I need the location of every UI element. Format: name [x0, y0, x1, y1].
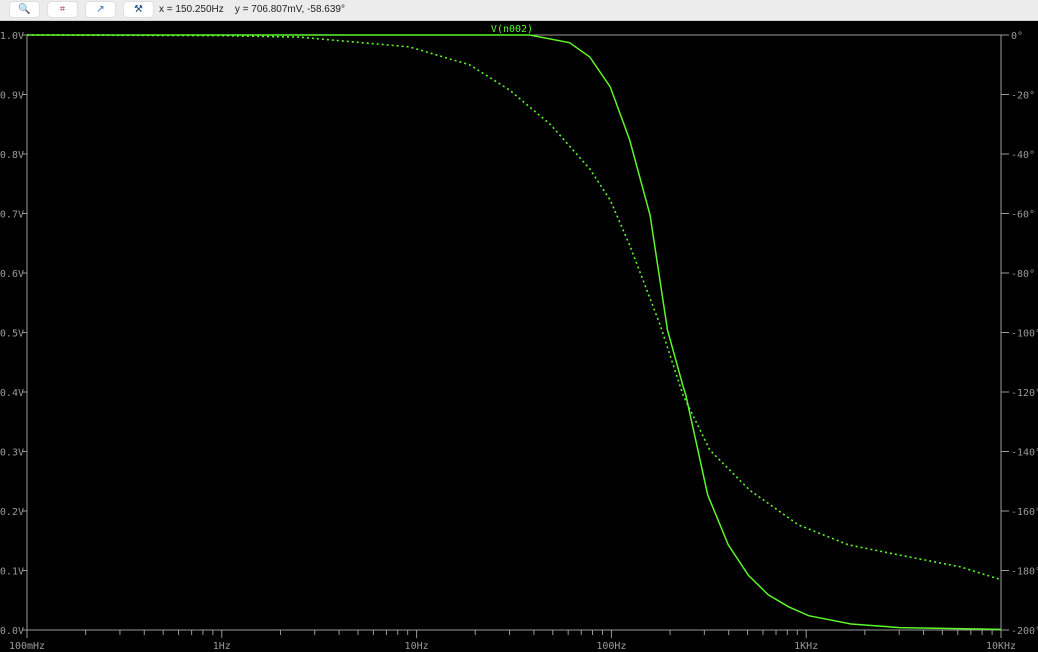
y-tick-label: 0.2V	[0, 507, 24, 518]
y-tick-label: 0.6V	[0, 269, 24, 280]
cursor-readout: x = 150.250Hz y = 706.807mV, -58.639°	[159, 4, 345, 15]
autorange-icon: ⌗	[59, 4, 66, 15]
y-tick-label: 0.1V	[0, 567, 24, 578]
autorange-button[interactable]: ⌗	[48, 2, 77, 17]
x-tick-label: 1Hz	[213, 641, 231, 652]
y-tick-label: 0.5V	[0, 329, 24, 340]
y-tick-label: 0.8V	[0, 150, 24, 161]
magnitude-trace	[27, 34, 1002, 631]
hammer-icon: ⚒	[134, 4, 143, 15]
y2-tick-label: -160°	[1011, 507, 1038, 518]
y-tick-label: 0.4V	[0, 388, 24, 399]
y2-tick-label: -40°	[1011, 150, 1035, 161]
phase-trace	[26, 34, 1001, 581]
pan-button[interactable]: ↗	[86, 2, 115, 17]
hammer-button[interactable]: ⚒	[124, 2, 153, 17]
y2-tick-label: -200°	[1011, 626, 1038, 637]
y2-tick-label: -60°	[1011, 210, 1035, 221]
zoom-cancel-button[interactable]: 🔍	[10, 2, 39, 17]
y2-tick-label: -180°	[1011, 567, 1038, 578]
zoom-cancel-icon: 🔍	[18, 4, 31, 15]
x-tick-label: 10KHz	[986, 641, 1016, 652]
y2-tick-label: -120°	[1011, 388, 1038, 399]
plot-frame	[26, 34, 1002, 631]
cursor-y: y = 706.807mV, -58.639°	[234, 4, 345, 15]
chart-title: V(n002)	[491, 24, 533, 35]
y-tick-label: 0.7V	[0, 210, 24, 221]
x-tick-label: 100Hz	[596, 641, 626, 652]
y-tick-label: 1.0V	[0, 31, 24, 42]
y2-tick-label: -100°	[1011, 329, 1038, 340]
x-tick-label: 10Hz	[405, 641, 429, 652]
cursor-x: x = 150.250Hz	[159, 4, 224, 15]
pan-icon: ↗	[96, 4, 105, 15]
y2-tick-label: -140°	[1011, 448, 1038, 459]
y2-tick-label: -20°	[1011, 91, 1035, 102]
y-tick-label: 0.9V	[0, 91, 24, 102]
y-tick-label: 0.3V	[0, 448, 24, 459]
plot-area[interactable]: 0.0V 0.1V 0.2V 0.3V 0.4V 0.5V 0.6V 0.7V 0.8V 0.9V…	[0, 21, 1038, 652]
y-tick-label: 0.0V	[0, 626, 24, 637]
x-tick-label: 100mHz	[9, 641, 45, 652]
y2-tick-label: -80°	[1011, 269, 1035, 280]
y2-tick-label: 0°	[1011, 31, 1023, 42]
toolbar: 🔍 ⌗ ↗ ⚒ x = 150.250Hz y = 706.807mV, -58…	[0, 0, 1038, 21]
x-tick-label: 1KHz	[794, 641, 818, 652]
